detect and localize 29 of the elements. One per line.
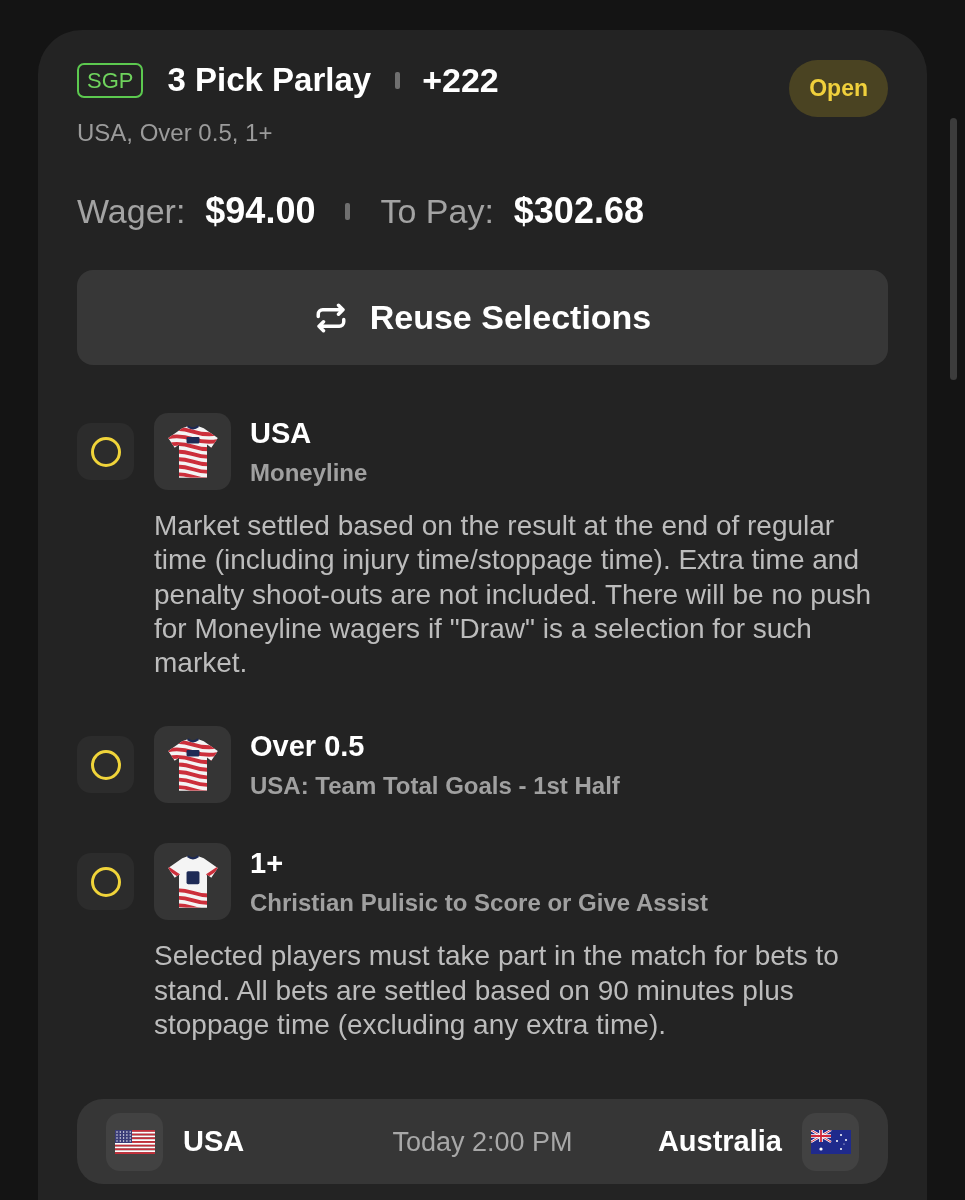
selection-title: Over 0.5 (250, 729, 366, 763)
scrollbar-thumb[interactable] (950, 118, 957, 380)
jersey-icon (154, 413, 231, 490)
amount-label: Wager: (77, 190, 186, 232)
kickoff-time: Today 2:00 PM (392, 1125, 573, 1159)
divider (395, 71, 401, 89)
market-name: Moneyline (250, 457, 368, 488)
selection-title: USA (250, 415, 313, 450)
amount-value: $94.00 (205, 189, 316, 233)
jersey-icon (154, 843, 231, 921)
divider (345, 202, 351, 220)
amount-value: $302.68 (513, 189, 644, 233)
team-name: Australia (657, 1124, 782, 1160)
amount-label: To Pay: (380, 190, 494, 232)
flag-icon (802, 1112, 859, 1171)
team-name: USA (183, 1124, 245, 1160)
market-name: Christian Pulisic to Score or Give Assist (250, 888, 708, 918)
market-rules-text: Selected players must take part in the match for bets to stand. All bets are settled based on 90 minutes plus stoppage time (excluding any extra time). (154, 939, 840, 1043)
market-rules-text: Market settled based on the result at the end of regular time (including injury time/stoppage time). Extra time and penalty shoot-outs are not included. There will be no push for Moneyline wagers if "Draw" is a selection for such market. (154, 509, 873, 681)
status-pill: Open (789, 60, 888, 117)
flag-icon (106, 1112, 163, 1171)
selections-summary: USA, Over 0.5, 1+ (77, 119, 274, 147)
bet-type-tag: SGP (77, 62, 144, 98)
bet-title: 3 Pick Parlay (167, 60, 372, 101)
jersey-icon (154, 726, 231, 804)
bet-odds: +222 (422, 59, 499, 101)
selection-title: 1+ (250, 846, 285, 880)
market-name: USA: Team Total Goals - 1st Half (250, 771, 620, 801)
reuse-selections-button[interactable]: Reuse Selections (77, 270, 888, 365)
